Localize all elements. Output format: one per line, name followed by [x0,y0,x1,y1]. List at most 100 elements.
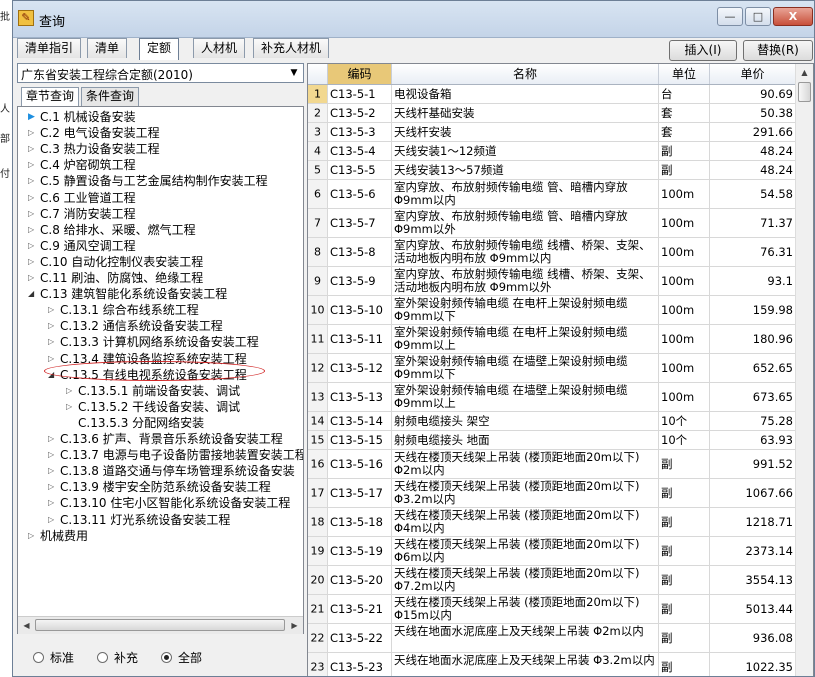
table-row[interactable]: 19 C13-5-19 天线在楼顶天线架上吊装 (楼顶距地面20m以下) Φ6m以内… [308,537,796,566]
expand-icon[interactable]: ▷ [28,528,40,544]
cell-name[interactable]: 天线在楼顶天线架上吊装 (楼顶距地面20m以下) Φ2m以内 [392,450,659,478]
row-number[interactable]: 20 [308,566,328,594]
row-number[interactable]: 22 [308,624,328,652]
cell-code[interactable]: C13-5-9 [328,267,392,295]
grid-header-price[interactable]: 单价 [710,64,796,84]
cell-code[interactable]: C13-5-12 [328,354,392,382]
cell-unit[interactable]: 100m [659,383,710,411]
cell-code[interactable]: C13-5-17 [328,479,392,507]
cell-code[interactable]: C13-5-20 [328,566,392,594]
table-row[interactable]: 15 C13-5-15 射频电缆接头 地面 10个 63.93 [308,431,796,450]
cell-unit[interactable]: 100m [659,209,710,237]
cell-name[interactable]: 室内穿放、布放射频传输电缆 线槽、桥架、支架、活动地板内明布放 Φ9mm以内 [392,238,659,266]
radio-supplement[interactable]: 补充 [97,649,138,666]
expand-icon[interactable]: ▷ [28,125,40,141]
cell-price[interactable]: 1218.71 [710,508,796,536]
cell-name[interactable]: 天线在楼顶天线架上吊装 (楼顶距地面20m以下) Φ4m以内 [392,508,659,536]
tree-node[interactable]: ▷ C.13.6 扩声、背景音乐系统设备安装工程 [48,431,283,447]
row-number[interactable]: 3 [308,123,328,141]
cell-price[interactable]: 652.65 [710,354,796,382]
cell-code[interactable]: C13-5-23 [328,653,392,676]
tree-node[interactable]: ▷ C.13.4 建筑设备监控系统安装工程 [48,351,247,367]
cell-unit[interactable]: 10个 [659,431,710,449]
tree-node[interactable]: ▷ C.13.3 计算机网络系统设备安装工程 [48,334,259,350]
tree-node[interactable]: ▷ C.3 热力设备安装工程 [28,141,160,157]
row-number[interactable]: 8 [308,238,328,266]
expand-icon[interactable]: ▷ [28,254,40,270]
cell-code[interactable]: C13-5-10 [328,296,392,324]
cell-price[interactable]: 48.24 [710,161,796,179]
grid-header-code[interactable]: 编码 [328,64,392,84]
radio-dot[interactable] [97,652,108,663]
cell-unit[interactable]: 100m [659,296,710,324]
chevron-down-icon[interactable]: ▼ [287,66,301,80]
table-row[interactable]: 7 C13-5-7 室内穿放、布放射频传输电缆 管、暗槽内穿放 Φ9mm以外 100m… [308,209,796,238]
table-row[interactable]: 2 C13-5-2 天线杆基础安装 套 50.38 [308,104,796,123]
cell-name[interactable]: 室外架设射频传输电缆 在电杆上架设射频电缆 Φ9mm以下 [392,296,659,324]
cell-code[interactable]: C13-5-14 [328,412,392,430]
table-row[interactable]: 14 C13-5-14 射频电缆接头 架空 10个 75.28 [308,412,796,431]
table-row[interactable]: 9 C13-5-9 室内穿放、布放射频传输电缆 线槽、桥架、支架、活动地板内明布放 … [308,267,796,296]
expand-icon[interactable]: ▷ [28,173,40,189]
cell-price[interactable]: 673.65 [710,383,796,411]
cell-price[interactable]: 71.37 [710,209,796,237]
cell-name[interactable]: 电视设备箱 [392,85,659,103]
cell-code[interactable]: C13-5-1 [328,85,392,103]
cell-price[interactable]: 1067.66 [710,479,796,507]
tab-supplement-labor-material[interactable]: 补充人材机 [253,38,330,58]
row-number[interactable]: 19 [308,537,328,565]
radio-all[interactable]: 全部 [161,649,202,666]
table-row[interactable]: 17 C13-5-17 天线在楼顶天线架上吊装 (楼顶距地面20m以下) Φ3.2m… [308,479,796,508]
radio-dot[interactable] [161,652,172,663]
cell-code[interactable]: C13-5-11 [328,325,392,353]
row-number[interactable]: 23 [308,653,328,676]
cell-unit[interactable]: 副 [659,595,710,623]
tree-node[interactable]: ▷ C.10 自动化控制仪表安装工程 [28,254,203,270]
cell-code[interactable]: C13-5-19 [328,537,392,565]
table-row[interactable]: 18 C13-5-18 天线在楼顶天线架上吊装 (楼顶距地面20m以下) Φ4m以内… [308,508,796,537]
cell-unit[interactable]: 副 [659,537,710,565]
cell-name[interactable]: 天线在地面水泥底座上及天线架上吊装 Φ3.2m以内 [392,653,659,676]
grid-header-name[interactable]: 名称 [392,64,659,84]
cell-code[interactable]: C13-5-15 [328,431,392,449]
table-row[interactable]: 3 C13-5-3 天线杆安装 套 291.66 [308,123,796,142]
close-button[interactable]: X [773,7,813,26]
tab-chapter-query[interactable]: 章节查询 [21,87,80,107]
tab-labor-material[interactable]: 人材机 [193,38,246,58]
expand-icon[interactable]: ▷ [48,447,60,463]
collapse-icon[interactable]: ◢ [28,286,40,302]
maximize-button[interactable]: □ [745,7,771,26]
table-row[interactable]: 5 C13-5-5 天线安装13～57频道 副 48.24 [308,161,796,180]
tab-list[interactable]: 清单 [87,38,128,58]
scroll-up-icon[interactable]: ▲ [797,65,812,81]
tree-node[interactable]: ▷ 机械费用 [28,528,88,544]
tree-horizontal-scrollbar[interactable]: ◀ ▶ [18,616,303,634]
cell-code[interactable]: C13-5-3 [328,123,392,141]
expand-icon[interactable]: ▷ [28,157,40,173]
tab-condition-query[interactable]: 条件查询 [81,87,140,106]
cell-unit[interactable]: 100m [659,267,710,295]
tree-node[interactable]: ▷ C.13.7 电源与电子设备防雷接地装置安装工程 [48,447,303,463]
expand-icon[interactable]: ▷ [48,495,60,511]
tree-node[interactable]: ▶ C.1 机械设备安装 [28,109,136,125]
tab-list-guide[interactable]: 清单指引 [17,38,82,58]
cell-name[interactable]: 室内穿放、布放射频传输电缆 管、暗槽内穿放 Φ9mm以内 [392,180,659,208]
tree-node[interactable]: ▷ C.8 给排水、采暖、燃气工程 [28,222,196,238]
row-number[interactable]: 9 [308,267,328,295]
row-number[interactable]: 16 [308,450,328,478]
table-row[interactable]: 22 C13-5-22 天线在地面水泥底座上及天线架上吊装 Φ2m以内副 936.08 [308,624,796,653]
cell-name[interactable]: 室外架设射频传输电缆 在墙壁上架设射频电缆 Φ9mm以上 [392,383,659,411]
cell-name[interactable]: 天线杆安装 [392,123,659,141]
tab-quota[interactable]: 定额 [139,38,180,60]
cell-code[interactable]: C13-5-2 [328,104,392,122]
tree-node[interactable]: ▷ C.13.5.2 干线设备安装、调试 [66,399,240,415]
cell-unit[interactable]: 100m [659,325,710,353]
table-row[interactable]: 12 C13-5-12 室外架设射频传输电缆 在墙壁上架设射频电缆 Φ9mm以下 10… [308,354,796,383]
row-number[interactable]: 18 [308,508,328,536]
cell-unit[interactable]: 10个 [659,412,710,430]
cell-code[interactable]: C13-5-7 [328,209,392,237]
expand-icon[interactable]: ▷ [48,512,60,528]
row-number[interactable]: 4 [308,142,328,160]
table-row[interactable]: 11 C13-5-11 室外架设射频传输电缆 在电杆上架设射频电缆 Φ9mm以上 10… [308,325,796,354]
expand-icon[interactable]: ▷ [66,399,78,415]
